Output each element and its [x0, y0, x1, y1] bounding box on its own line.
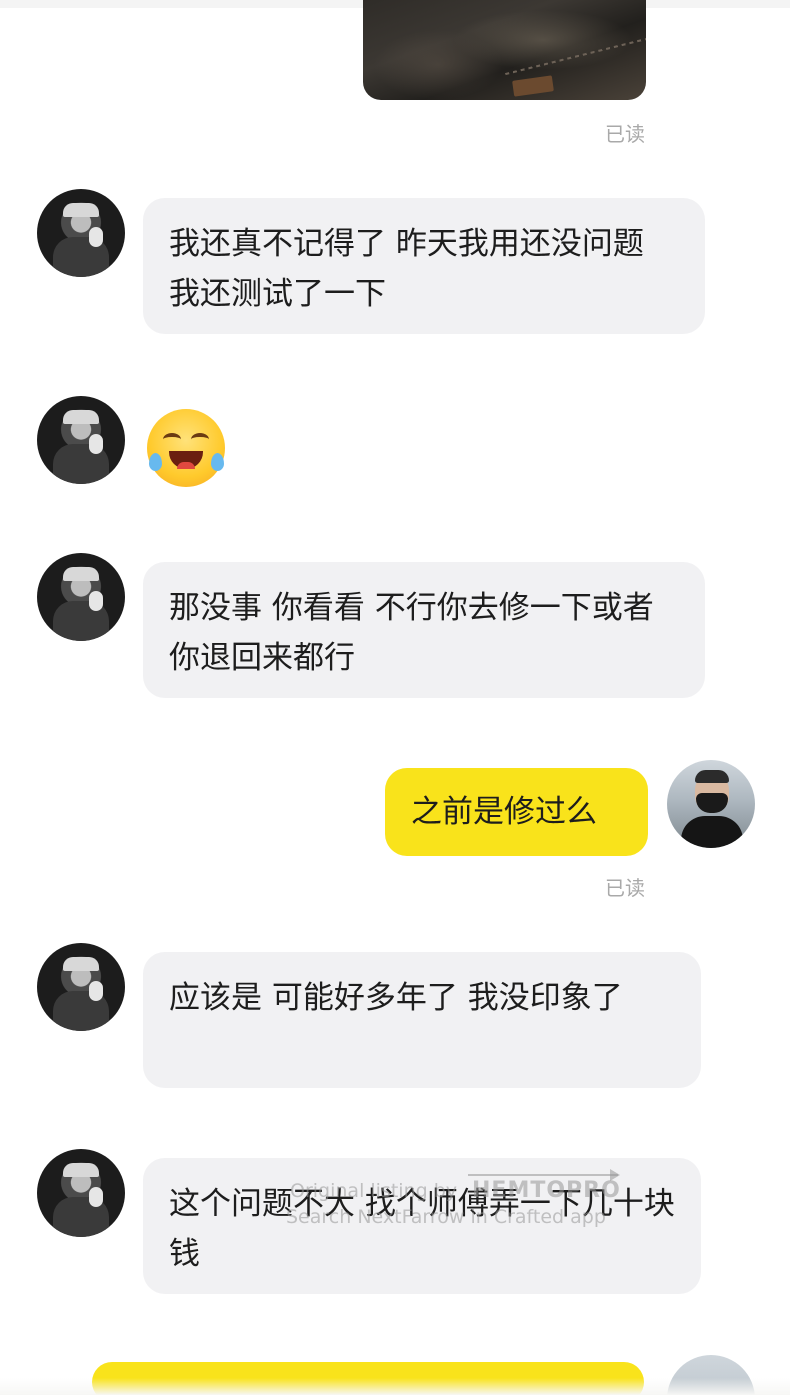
peer-avatar[interactable]	[37, 1149, 125, 1237]
avatar-graphic	[681, 816, 743, 848]
photo-texture	[373, 30, 503, 100]
avatar-graphic	[63, 410, 99, 424]
chat-screen: 已读 我还真不记得了 昨天我用还没问题 我还测试了一下 那没事 你看看 不行你去…	[0, 0, 790, 1395]
avatar-graphic	[89, 591, 103, 611]
emoji-eye	[191, 433, 209, 446]
emoji-message[interactable]	[147, 409, 227, 489]
incoming-message-bubble[interactable]: 应该是 可能好多年了 我没印象了	[143, 952, 701, 1088]
avatar-graphic	[696, 793, 728, 813]
avatar-graphic	[63, 203, 99, 217]
bottom-fade	[0, 1378, 790, 1395]
avatar-graphic	[695, 770, 729, 783]
tears-of-joy-emoji-icon	[147, 409, 225, 487]
photo-texture	[512, 75, 554, 97]
emoji-tear	[149, 453, 162, 471]
outgoing-message-bubble[interactable]: 之前是修过么	[385, 768, 648, 856]
emoji-mouth	[169, 451, 203, 469]
incoming-message-bubble[interactable]: 这个问题不大 找个师傅弄一下几十块钱	[143, 1158, 701, 1294]
peer-avatar[interactable]	[37, 943, 125, 1031]
avatar-graphic	[89, 434, 103, 454]
incoming-message-bubble[interactable]: 那没事 你看看 不行你去修一下或者你退回来都行	[143, 562, 705, 698]
avatar-graphic	[63, 567, 99, 581]
peer-avatar[interactable]	[37, 553, 125, 641]
avatar-graphic	[63, 957, 99, 971]
incoming-message-bubble[interactable]: 我还真不记得了 昨天我用还没问题 我还测试了一下	[143, 198, 705, 334]
emoji-tear	[211, 453, 224, 471]
avatar-graphic	[63, 1163, 99, 1177]
peer-avatar[interactable]	[37, 396, 125, 484]
self-avatar[interactable]	[667, 760, 755, 848]
emoji-eye	[163, 433, 181, 446]
read-receipt: 已读	[605, 122, 645, 146]
avatar-graphic	[89, 227, 103, 247]
read-receipt: 已读	[605, 876, 645, 900]
sent-photo-message[interactable]	[363, 0, 646, 100]
peer-avatar[interactable]	[37, 189, 125, 277]
avatar-graphic	[89, 1187, 103, 1207]
avatar-graphic	[89, 981, 103, 1001]
